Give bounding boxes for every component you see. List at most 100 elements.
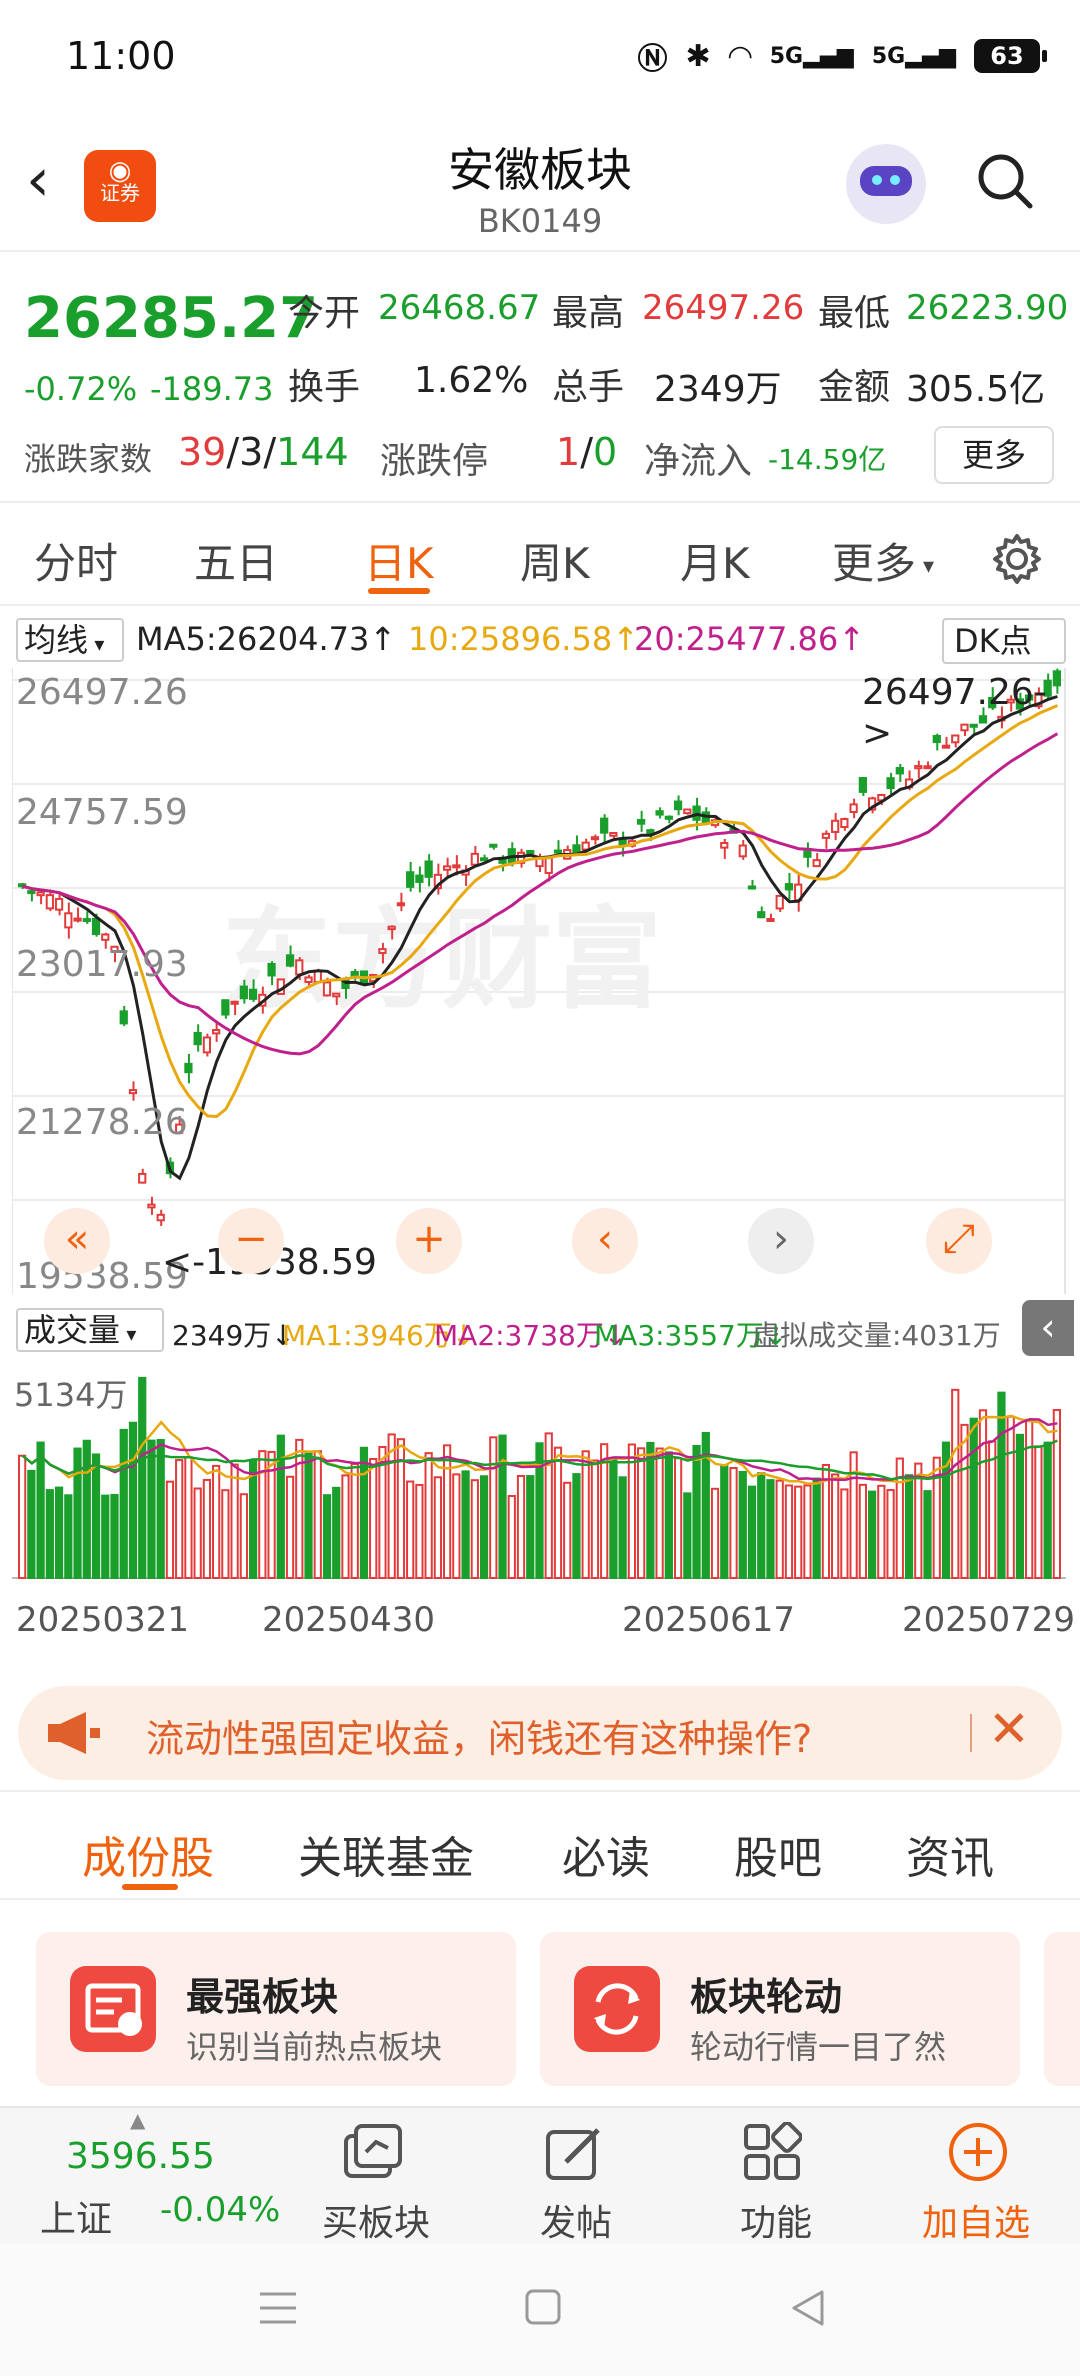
volume-bar: [322, 1494, 332, 1579]
functions-icon[interactable]: [742, 2122, 802, 2182]
gear-icon[interactable]: [990, 532, 1044, 586]
volume-bar: [378, 1445, 387, 1579]
signal-icon: 5G▂▄▆: [769, 43, 854, 69]
index-change[interactable]: -0.04%: [160, 2190, 280, 2230]
volume-bar: [91, 1453, 101, 1579]
post-label[interactable]: 发帖: [540, 2194, 612, 2246]
candle-body: [849, 803, 858, 814]
amount-label: 金额: [818, 367, 891, 408]
zoom-in-icon[interactable]: +: [396, 1208, 462, 1274]
volume-chart[interactable]: 5134万: [12, 1358, 1066, 1580]
tab-more[interactable]: 更多 ▾: [832, 530, 934, 591]
tab-constituents[interactable]: 成份股: [82, 1822, 214, 1886]
index-name[interactable]: 上证: [40, 2190, 112, 2242]
candle-body: [442, 865, 452, 871]
ma-selector[interactable]: 均线 ▾: [16, 618, 124, 662]
add-watchlist-icon[interactable]: [946, 2120, 1010, 2184]
search-icon[interactable]: [976, 152, 1034, 210]
candle-body: [840, 818, 849, 829]
volume-selector[interactable]: 成交量 ▾: [16, 1308, 164, 1352]
open-value: 26468.67: [378, 288, 541, 328]
candle-body: [886, 777, 895, 790]
volume-bar: [535, 1442, 544, 1580]
candle-body: [766, 917, 775, 922]
netflow-value: -14.59亿: [768, 443, 887, 476]
volume-bar: [369, 1457, 378, 1579]
post-icon[interactable]: [542, 2122, 606, 2186]
candle-body: [489, 843, 498, 848]
scroll-right-icon[interactable]: ›: [748, 1208, 814, 1274]
volume-bar: [184, 1456, 193, 1579]
volume-bar: [45, 1489, 54, 1579]
battery-icon: 63: [974, 39, 1047, 73]
current-price: 26285.27: [24, 286, 319, 351]
candle-body: [396, 902, 406, 907]
volume-bar: [904, 1474, 914, 1579]
tab-related-funds[interactable]: 关联基金: [298, 1822, 474, 1886]
change-value: -189.73: [150, 370, 274, 408]
tab-news[interactable]: 资讯: [906, 1822, 994, 1886]
card-strongest-sector[interactable]: 最强板块 识别当前热点板块: [36, 1932, 516, 2086]
card-sector-rotation[interactable]: 板块轮动 轮动行情一目了然: [540, 1932, 1020, 2086]
index-value[interactable]: 3596.55: [66, 2136, 215, 2177]
dk-point-button[interactable]: DK点: [942, 618, 1066, 664]
candle-body: [128, 1089, 138, 1095]
volume-bar: [516, 1474, 526, 1579]
volume-bar: [461, 1470, 470, 1579]
tab-daily-k[interactable]: 日K: [364, 530, 434, 591]
candle-body: [452, 864, 461, 869]
quote-panel: 26285.27 -0.72% -189.73 今开 26468.67 最高 2…: [0, 258, 1080, 503]
volume-bar: [285, 1475, 295, 1579]
volume-bar: [18, 1454, 27, 1579]
volume-bar: [470, 1479, 479, 1579]
candle-body: [27, 890, 36, 895]
assistant-avatar-icon[interactable]: [846, 144, 926, 224]
tab-weekly-k[interactable]: 周K: [520, 530, 590, 591]
volume-svg: [12, 1376, 1066, 1580]
candle-body: [609, 832, 618, 837]
price-label-2: 24757.59: [16, 792, 188, 833]
scroll-left-icon[interactable]: ‹: [572, 1208, 638, 1274]
volume-bar: [1034, 1445, 1043, 1580]
volume-bar: [119, 1428, 128, 1579]
date-label-3: 20250617: [622, 1600, 796, 1640]
candle-body: [212, 1029, 221, 1035]
buy-sector-icon[interactable]: [338, 2122, 408, 2186]
tab-forum[interactable]: 股吧: [734, 1822, 822, 1886]
low-value: 26223.90: [906, 288, 1069, 328]
more-button[interactable]: 更多: [934, 426, 1054, 484]
collapse-panel-icon[interactable]: ‹: [1022, 1300, 1074, 1356]
volume-bar: [692, 1444, 701, 1579]
volume-bar: [609, 1459, 618, 1579]
candle-body: [82, 918, 91, 923]
candle-body: [831, 819, 840, 833]
scroll-far-left-icon[interactable]: «: [44, 1208, 110, 1274]
candle-body: [664, 815, 673, 820]
tab-must-read[interactable]: 必读: [562, 1822, 650, 1886]
back-nav-icon[interactable]: [790, 2288, 826, 2328]
banner-text: 流动性强固定收益，闲钱还有这种操作?: [146, 1717, 813, 1761]
subtab-indicator: [122, 1884, 178, 1890]
functions-label[interactable]: 功能: [740, 2194, 812, 2246]
add-watchlist-label[interactable]: 加自选: [922, 2194, 1030, 2246]
close-icon[interactable]: ✕: [988, 1700, 1030, 1758]
content-tabs: 成份股 关联基金 必读 股吧 资讯: [0, 1790, 1080, 1900]
ad-banner[interactable]: 流动性强固定收益，闲钱还有这种操作? ✕: [18, 1686, 1062, 1780]
candlestick-chart[interactable]: 东方财富 26497.26 24757.59 23017.93 21278.26…: [12, 668, 1066, 1297]
candle-body: [646, 829, 655, 834]
menu-icon[interactable]: [258, 2290, 298, 2326]
volume-bar: [581, 1450, 590, 1579]
tab-intraday[interactable]: 分时: [34, 530, 118, 591]
tab-five-day[interactable]: 五日: [194, 530, 278, 591]
tab-monthly-k[interactable]: 月K: [680, 530, 750, 591]
zoom-out-icon[interactable]: −: [218, 1208, 284, 1274]
candle-body: [572, 844, 581, 854]
volume-bar: [332, 1486, 341, 1579]
volume-bar: [36, 1441, 45, 1579]
expand-arrow-icon[interactable]: ▲: [130, 2108, 145, 2132]
home-icon[interactable]: [524, 2288, 562, 2326]
buy-sector-label[interactable]: 买板块: [322, 2194, 430, 2246]
volume-bar: [498, 1434, 507, 1579]
fullscreen-icon[interactable]: ⤢: [926, 1208, 992, 1274]
volume-bar: [600, 1443, 609, 1580]
